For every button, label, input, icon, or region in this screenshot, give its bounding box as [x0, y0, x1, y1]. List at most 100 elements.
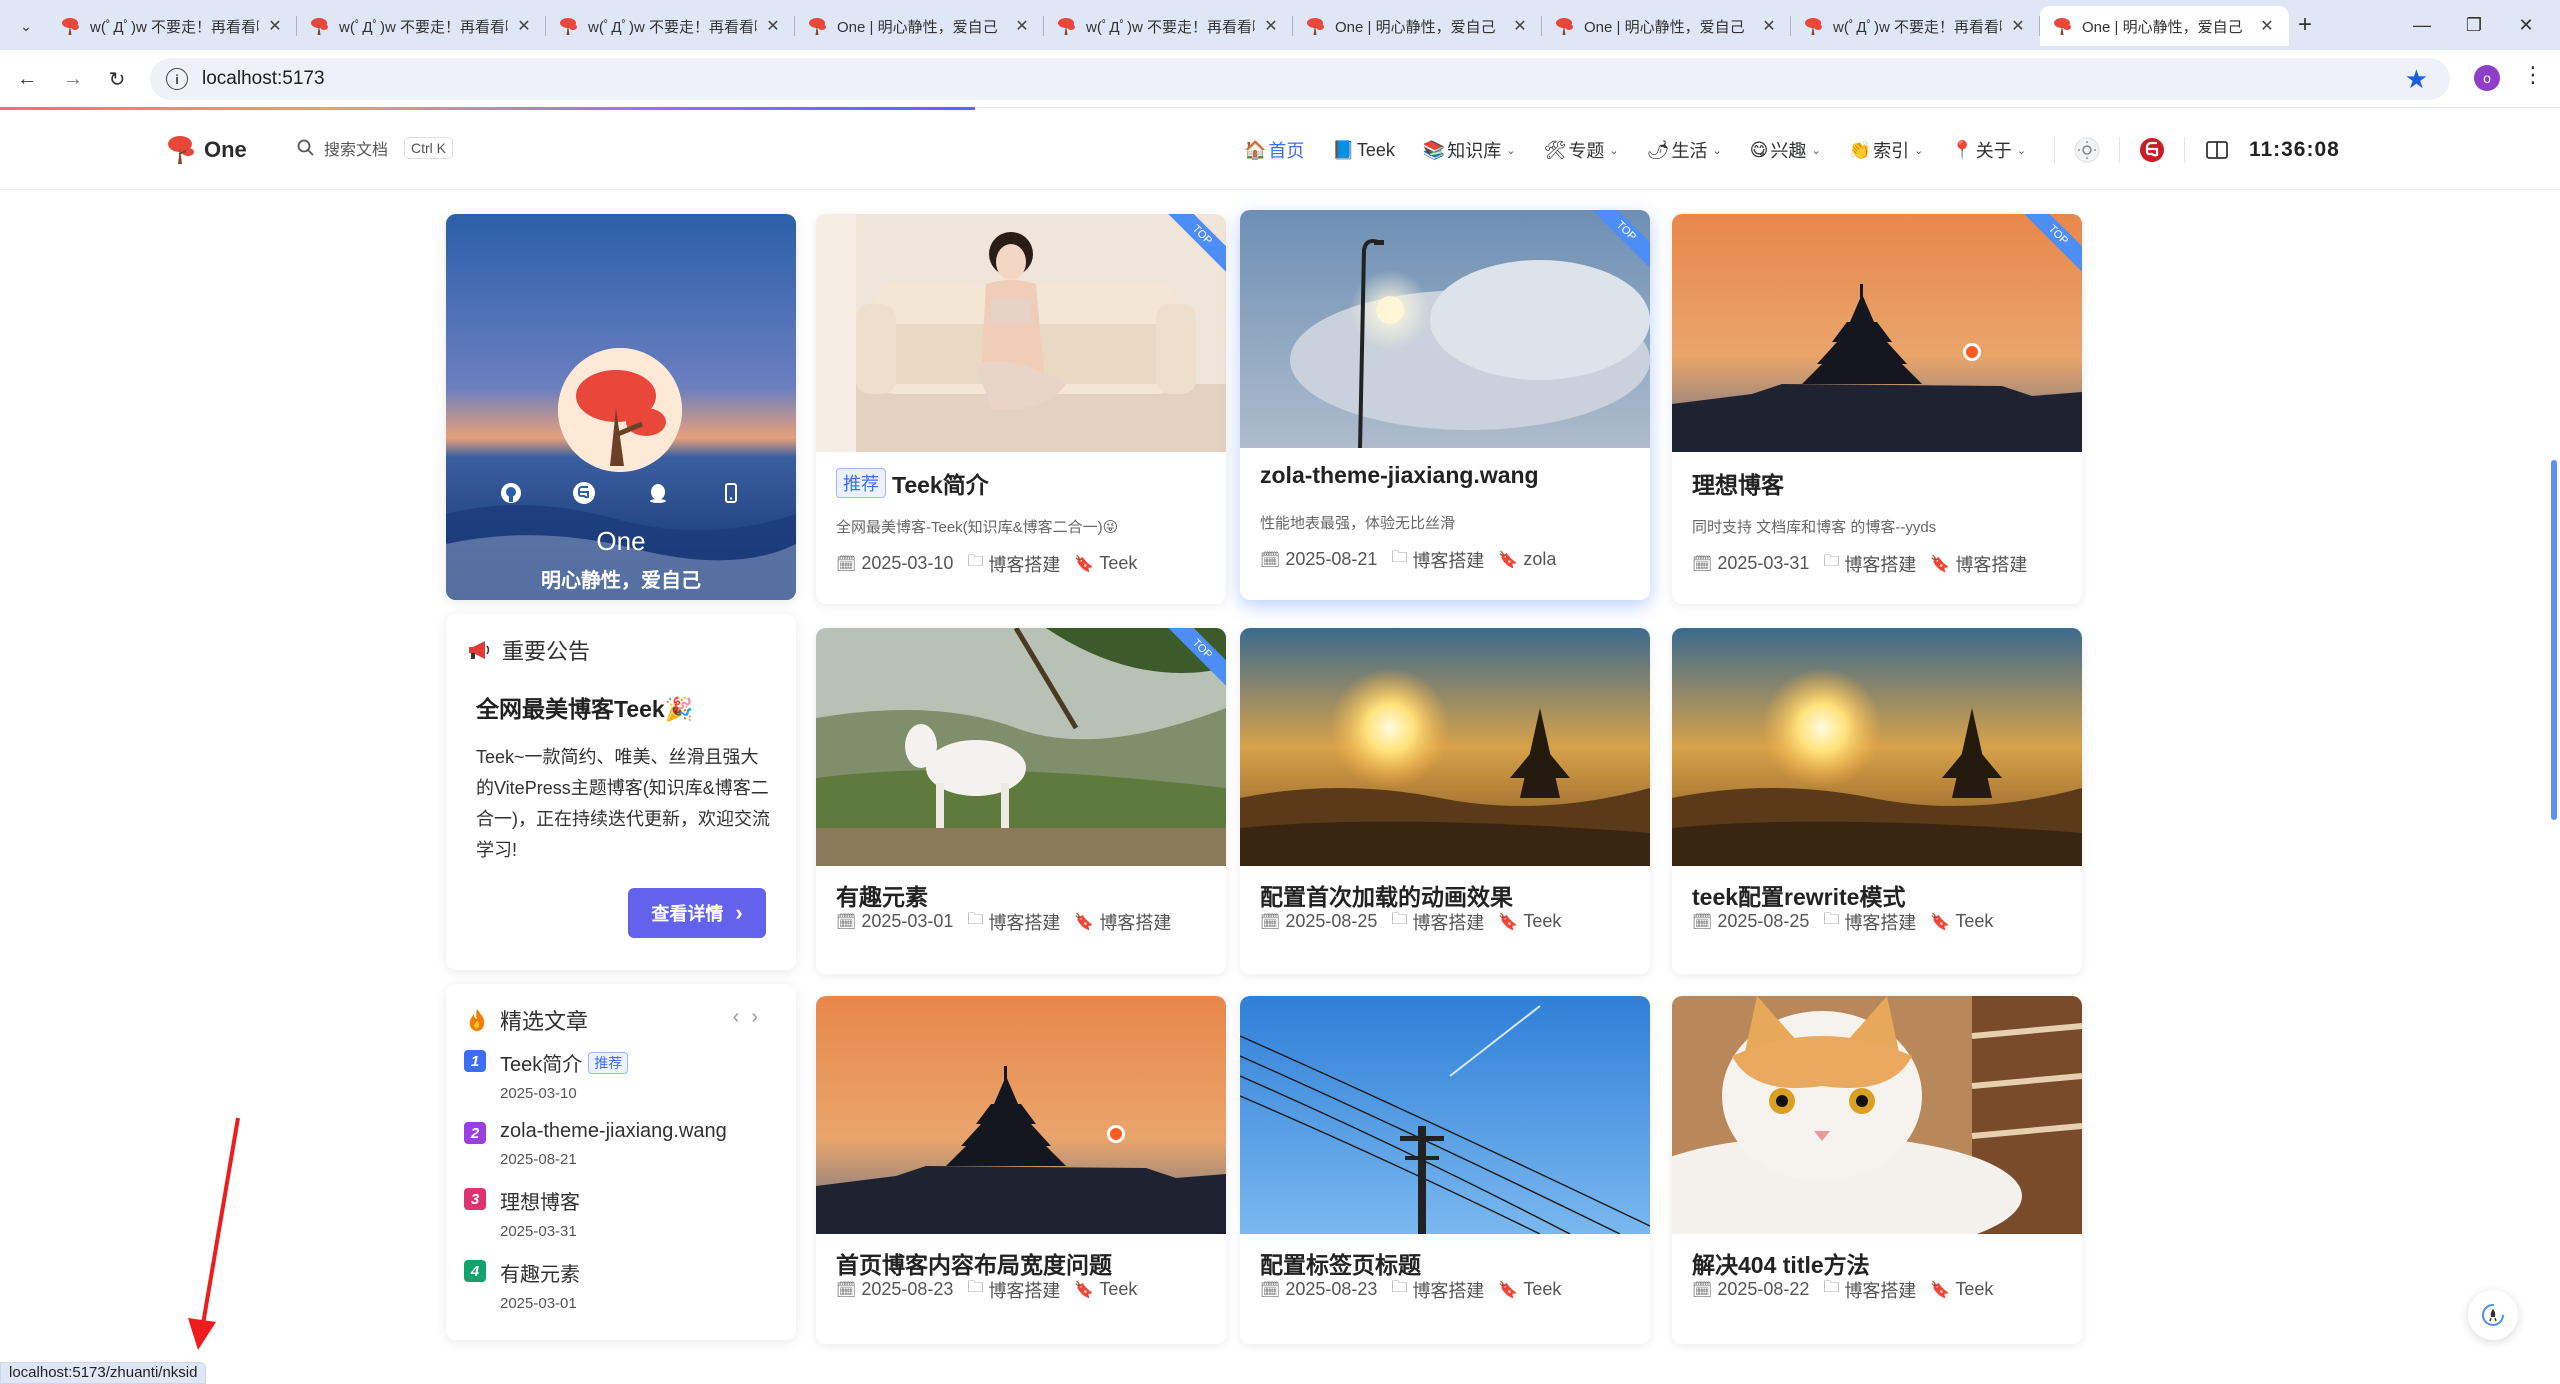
post-cover-image[interactable] [1240, 996, 1650, 1234]
browser-tab[interactable]: w(ﾟДﾟ)w 不要走！再看看嘛！ ✕ [1791, 6, 2040, 46]
browser-tab[interactable]: w(ﾟДﾟ)w 不要走！再看看嘛！ ✕ [1044, 6, 1293, 46]
post-title[interactable]: 推荐 Teek简介 [836, 466, 989, 500]
prev-page-icon[interactable]: ‹ [733, 1006, 752, 1028]
post-tag[interactable]: Teek [1099, 1279, 1137, 1300]
browser-tab[interactable]: One | 明心静性，爱自己 ✕ [1293, 6, 1542, 46]
profile-avatar[interactable]: o [2474, 65, 2500, 91]
nav-item-4[interactable]: 🛠 专题 ⌄ [1544, 137, 1619, 163]
post-title-text[interactable]: zola-theme-jiaxiang.wang [1260, 462, 1539, 489]
nav-item-3[interactable]: 📚 知识库 ⌄ [1423, 137, 1516, 163]
featured-item[interactable]: 2 zola-theme-jiaxiang.wang 2025-08-21 [464, 1120, 776, 1168]
post-cover-image[interactable] [1240, 210, 1650, 448]
post-title[interactable]: zola-theme-jiaxiang.wang [1260, 462, 1539, 489]
url-text[interactable]: localhost:5173 [202, 68, 325, 90]
restore-window-button[interactable]: ❐ [2444, 8, 2504, 42]
post-tag[interactable]: 博客搭建 [1955, 551, 2027, 577]
close-tab-icon[interactable]: ✕ [1261, 16, 1281, 36]
post-title[interactable]: 有趣元素 [836, 878, 928, 912]
post-card[interactable]: 配置首次加载的动画效果 🗓 2025-08-25 🗀 博客搭建 🔖 Teek [1240, 628, 1650, 974]
close-tab-icon[interactable]: ✕ [514, 16, 534, 36]
back-button[interactable]: ← [12, 64, 42, 94]
phone-icon[interactable] [718, 480, 744, 506]
post-card[interactable]: 配置标签页标题 🗓 2025-08-23 🗀 博客搭建 🔖 Teek [1240, 996, 1650, 1344]
post-tag[interactable]: 博客搭建 [1099, 909, 1171, 935]
nav-item-1[interactable]: 🏠 首页 [1244, 137, 1304, 163]
close-tab-icon[interactable]: ✕ [2008, 16, 2028, 36]
page-scrollbar[interactable] [2551, 460, 2557, 820]
close-window-button[interactable]: ✕ [2496, 8, 2556, 42]
minimize-window-button[interactable]: — [2392, 8, 2452, 42]
avatar[interactable] [558, 348, 682, 472]
post-card[interactable]: TOP zola-theme-jiaxiang.wang 性能地表最强，体验无比丝滑… [1240, 210, 1650, 600]
nav-item-7[interactable]: 👏 索引 ⌄ [1849, 137, 1924, 163]
featured-item-title[interactable]: zola-theme-jiaxiang.wang [500, 1120, 727, 1143]
reload-button[interactable]: ↻ [102, 64, 132, 94]
browser-menu-icon[interactable]: ⋮ [2522, 62, 2544, 88]
doc-search-button[interactable]: 搜索文档 Ctrl K [296, 136, 454, 160]
post-category[interactable]: 博客搭建 [988, 551, 1060, 577]
url-field[interactable]: i localhost:5173 ★ [150, 58, 2450, 100]
post-title[interactable]: 解决404 title方法 [1692, 1246, 1870, 1280]
post-category[interactable]: 博客搭建 [1844, 551, 1916, 577]
nav-item-2[interactable]: 📘 Teek [1332, 137, 1394, 163]
forward-button[interactable]: → [58, 64, 88, 94]
gitee-icon[interactable] [571, 480, 597, 506]
featured-item[interactable]: 1 Teek简介 推荐 2025-03-10 [464, 1048, 776, 1102]
post-cover-image[interactable] [816, 214, 1226, 452]
new-tab-button[interactable]: + [2290, 10, 2320, 40]
post-title-text[interactable]: 理想博客 [1692, 466, 1784, 500]
post-category[interactable]: 博客搭建 [1844, 909, 1916, 935]
featured-item[interactable]: 3 理想博客 2025-03-31 [464, 1186, 776, 1240]
post-title-text[interactable]: 解决404 title方法 [1692, 1246, 1870, 1280]
post-title[interactable]: 配置标签页标题 [1260, 1246, 1421, 1280]
close-tab-icon[interactable]: ✕ [1012, 16, 1032, 36]
featured-item-title[interactable]: Teek简介 [500, 1048, 582, 1077]
gitee-link-icon[interactable] [2138, 136, 2166, 164]
post-title-text[interactable]: 有趣元素 [836, 878, 928, 912]
post-tag[interactable]: Teek [1955, 1279, 1993, 1300]
post-cover-image[interactable] [816, 628, 1226, 866]
post-title-text[interactable]: 首页博客内容布局宽度问题 [836, 1246, 1112, 1280]
close-tab-icon[interactable]: ✕ [1759, 16, 1779, 36]
bookmark-star-icon[interactable]: ★ [2405, 64, 2428, 95]
post-title-text[interactable]: 配置首次加载的动画效果 [1260, 878, 1513, 912]
browser-tab[interactable]: w(ﾟДﾟ)w 不要走！再看看嘛！ ✕ [297, 6, 546, 46]
post-category[interactable]: 博客搭建 [1412, 909, 1484, 935]
post-title[interactable]: 首页博客内容布局宽度问题 [836, 1246, 1112, 1280]
browser-tab[interactable]: One | 明心静性，爱自己 ✕ [1542, 6, 1791, 46]
view-details-button[interactable]: 查看详情 › [628, 888, 766, 938]
post-title-text[interactable]: 配置标签页标题 [1260, 1246, 1421, 1280]
post-category[interactable]: 博客搭建 [1844, 1277, 1916, 1303]
theme-toggle-icon[interactable] [2073, 136, 2101, 164]
post-category[interactable]: 博客搭建 [1412, 1277, 1484, 1303]
post-tag[interactable]: Teek [1523, 911, 1561, 932]
post-tag[interactable]: Teek [1955, 911, 1993, 932]
post-title-text[interactable]: Teek简介 [892, 466, 989, 500]
nav-item-6[interactable]: 😋 兴趣 ⌄ [1750, 137, 1821, 163]
close-tab-icon[interactable]: ✕ [2257, 16, 2277, 36]
post-category[interactable]: 博客搭建 [988, 909, 1060, 935]
back-to-top-button[interactable] [2468, 1290, 2518, 1340]
nav-item-8[interactable]: 📍 关于 ⌄ [1951, 137, 2026, 163]
next-page-icon[interactable]: › [751, 1006, 770, 1028]
close-tab-icon[interactable]: ✕ [265, 16, 285, 36]
post-card[interactable]: TOP 有趣元素 🗓 2025-03-01 🗀 博客搭建 🔖 博客搭建 [816, 628, 1226, 974]
post-title[interactable]: teek配置rewrite模式 [1692, 878, 1905, 912]
browser-tab[interactable]: w(ﾟДﾟ)w 不要走！再看看嘛！ ✕ [546, 6, 795, 46]
tab-search-chevron-icon[interactable]: ⌄ [12, 12, 40, 40]
post-tag[interactable]: Teek [1523, 1279, 1561, 1300]
post-title[interactable]: 配置首次加载的动画效果 [1260, 878, 1513, 912]
post-card[interactable]: teek配置rewrite模式 🗓 2025-08-25 🗀 博客搭建 🔖 Teek [1672, 628, 2082, 974]
browser-tab[interactable]: w(ﾟДﾟ)w 不要走！再看看嘛！ ✕ [48, 6, 297, 46]
post-cover-image[interactable] [816, 996, 1226, 1234]
featured-item-title[interactable]: 理想博客 [500, 1186, 580, 1215]
post-title[interactable]: 理想博客 [1692, 466, 1784, 500]
post-cover-image[interactable] [1672, 628, 2082, 866]
post-title-text[interactable]: teek配置rewrite模式 [1692, 878, 1905, 912]
reading-mode-icon[interactable] [2203, 136, 2231, 164]
post-card[interactable]: 解决404 title方法 🗓 2025-08-22 🗀 博客搭建 🔖 Teek [1672, 996, 2082, 1344]
browser-tab[interactable]: One | 明心静性，爱自己 ✕ [795, 6, 1044, 46]
nav-item-5[interactable]: 🌶 生活 ⌄ [1647, 137, 1722, 163]
qq-icon[interactable] [645, 480, 671, 506]
site-logo[interactable]: One [164, 134, 247, 166]
